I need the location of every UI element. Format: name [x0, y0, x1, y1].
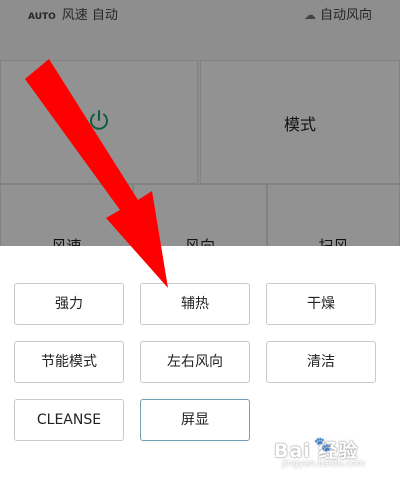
baidu-watermark: Bai 经验 🐾 jingyan.baidu.com [274, 434, 386, 474]
paw-icon: 🐾 [314, 437, 332, 453]
watermark-url: jingyan.baidu.com [282, 459, 366, 469]
annotation-arrow [25, 59, 168, 288]
